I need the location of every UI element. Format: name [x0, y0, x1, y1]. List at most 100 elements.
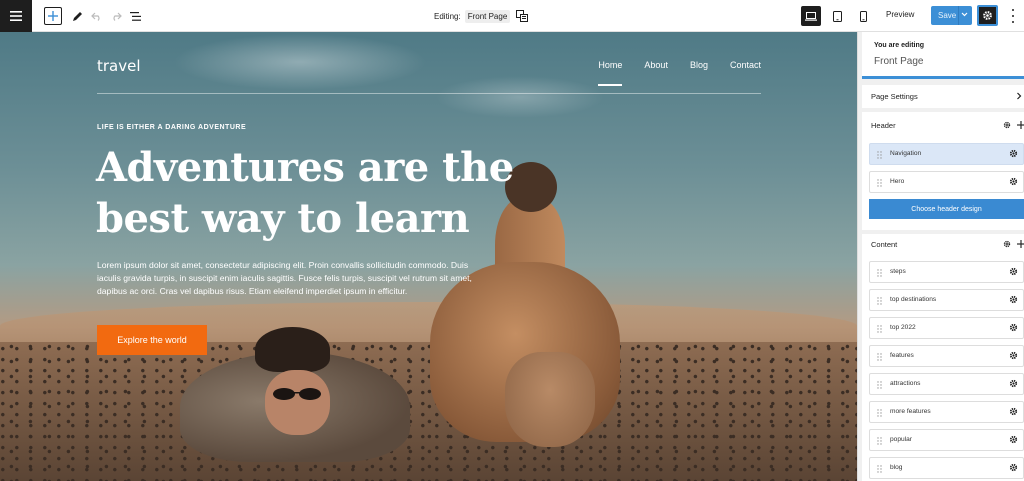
gear-icon[interactable]	[1009, 351, 1018, 360]
drag-handle-icon[interactable]	[877, 325, 882, 333]
content-item[interactable]: attractions	[869, 373, 1024, 395]
gear-icon[interactable]	[1009, 323, 1018, 332]
list-view-icon	[129, 11, 141, 21]
content-item-label: steps	[890, 268, 906, 275]
gear-icon[interactable]	[1009, 463, 1018, 472]
person-hair	[255, 327, 330, 372]
drag-handle-icon[interactable]	[877, 297, 882, 305]
hero-headline: Adventures are the best way to learn	[96, 142, 516, 244]
editing-page-title: Front Page	[874, 56, 924, 67]
content-item[interactable]: more features	[869, 401, 1024, 423]
content-item-label: more features	[890, 408, 931, 415]
editing-label: Editing:	[434, 11, 461, 21]
gear-icon[interactable]	[1009, 177, 1018, 186]
site-logo[interactable]: travel	[97, 57, 141, 75]
site-header: travel Home About Blog Contact	[97, 57, 761, 97]
settings-button[interactable]	[977, 5, 998, 26]
hero-eyebrow: LIFE IS EITHER A DARING ADVENTURE	[97, 124, 247, 131]
tablet-view-button[interactable]	[827, 6, 847, 26]
tablet-icon	[832, 10, 842, 22]
settings-panel: You are editing Front Page Page Settings…	[857, 32, 1024, 481]
content-item-label: blog	[890, 464, 903, 471]
gear-icon	[983, 11, 992, 20]
explore-button[interactable]: Explore the world	[97, 325, 207, 355]
undo-icon	[90, 12, 100, 21]
header-divider	[97, 93, 761, 94]
content-section-title: Content	[871, 240, 898, 249]
content-item-label: top 2022	[890, 324, 916, 331]
content-section: Content steps top destinations top 2022 fea…	[862, 234, 1024, 481]
chevron-right-icon	[1017, 92, 1022, 100]
sunglasses	[273, 388, 321, 400]
nav-blog[interactable]: Blog	[690, 60, 708, 70]
drag-handle-icon[interactable]	[877, 437, 882, 445]
add-block-button[interactable]	[44, 7, 62, 25]
site-nav: Home About Blog Contact	[598, 60, 761, 86]
content-item[interactable]: top destinations	[869, 289, 1024, 311]
header-item-label: Navigation	[890, 150, 922, 157]
header-item-hero[interactable]: Hero	[869, 171, 1024, 193]
desktop-icon	[805, 11, 817, 21]
add-icon[interactable]	[1017, 240, 1024, 248]
template-icon[interactable]	[516, 10, 529, 22]
page-settings-label: Page Settings	[871, 92, 918, 101]
redo-button[interactable]	[107, 7, 125, 25]
content-item[interactable]: popular	[869, 429, 1024, 451]
nav-about[interactable]: About	[644, 60, 668, 70]
editing-indicator: Editing: Front Page	[434, 8, 529, 24]
header-item-navigation[interactable]: Navigation	[869, 143, 1024, 165]
content-item-label: popular	[890, 436, 912, 443]
chevron-down-icon[interactable]	[961, 11, 968, 18]
content-item-label: features	[890, 352, 914, 359]
drag-handle-icon[interactable]	[877, 151, 882, 159]
gear-icon[interactable]	[1009, 435, 1018, 444]
header-section-actions	[1003, 121, 1024, 129]
editor-toolbar: Editing: Front Page Preview Save	[0, 0, 1024, 32]
gear-icon[interactable]	[1009, 267, 1018, 276]
content-item-label: attractions	[890, 380, 921, 387]
drag-handle-icon[interactable]	[877, 381, 882, 389]
drag-handle-icon[interactable]	[877, 465, 882, 473]
header-section: Header Navigation Hero Choose header des…	[862, 112, 1024, 230]
mobile-view-button[interactable]	[853, 6, 873, 26]
gear-icon[interactable]	[1009, 149, 1018, 158]
content-item[interactable]: features	[869, 345, 1024, 367]
content-item[interactable]: steps	[869, 261, 1024, 283]
you-are-editing-label: You are editing	[874, 42, 925, 49]
add-icon	[48, 11, 58, 21]
desert-ground	[0, 342, 857, 481]
gear-icon[interactable]	[1009, 295, 1018, 304]
gear-icon[interactable]	[1003, 121, 1011, 129]
drag-handle-icon[interactable]	[877, 269, 882, 277]
content-item[interactable]: blog	[869, 457, 1024, 479]
list-view-button[interactable]	[126, 7, 144, 25]
menu-button[interactable]	[0, 0, 32, 32]
save-button[interactable]: Save	[931, 6, 972, 25]
drag-handle-icon[interactable]	[877, 179, 882, 187]
nav-home[interactable]: Home	[598, 60, 623, 86]
page-settings-row[interactable]: Page Settings	[862, 85, 1024, 108]
gear-icon[interactable]	[1003, 240, 1011, 248]
choose-header-design-button[interactable]: Choose header design	[869, 199, 1024, 219]
hero-body: Lorem ipsum dolor sit amet, consectetur …	[97, 260, 472, 296]
desktop-view-button[interactable]	[801, 6, 821, 26]
content-item-label: top destinations	[890, 296, 937, 303]
undo-button[interactable]	[87, 7, 105, 25]
content-section-actions	[1003, 240, 1024, 248]
preview-button[interactable]: Preview	[886, 10, 914, 19]
editing-page-name[interactable]: Front Page	[464, 9, 511, 23]
camel-head	[505, 352, 595, 447]
nav-contact[interactable]: Contact	[730, 60, 761, 70]
redo-icon	[112, 12, 122, 21]
gear-icon[interactable]	[1009, 407, 1018, 416]
hero-headline-line-1: Adventures are the	[96, 144, 514, 191]
tools-button[interactable]	[68, 7, 86, 25]
add-icon[interactable]	[1017, 121, 1024, 129]
gear-icon[interactable]	[1009, 379, 1018, 388]
kebab-icon[interactable]	[1010, 9, 1016, 23]
save-label: Save	[938, 11, 957, 20]
page-canvas: travel Home About Blog Contact LIFE IS E…	[0, 32, 857, 481]
drag-handle-icon[interactable]	[877, 409, 882, 417]
drag-handle-icon[interactable]	[877, 353, 882, 361]
content-item[interactable]: top 2022	[869, 317, 1024, 339]
